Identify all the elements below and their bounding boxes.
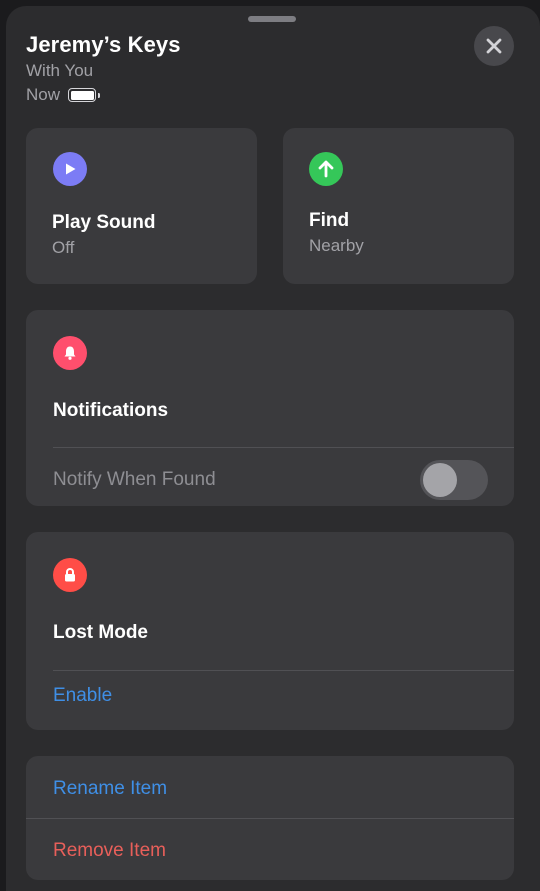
find-title: Find: [309, 210, 350, 231]
rename-item-button[interactable]: Rename Item: [53, 778, 167, 800]
find-card[interactable]: Find Nearby: [283, 128, 514, 284]
bell-icon: [53, 336, 87, 370]
lost-mode-enable-link[interactable]: Enable: [53, 685, 112, 707]
lost-mode-card: Lost Mode Enable: [26, 532, 514, 730]
notify-when-found-label: Notify When Found: [53, 469, 216, 490]
item-actions-card: Rename Item Remove Item: [26, 756, 514, 880]
sheet-grabber[interactable]: [248, 16, 296, 22]
close-button[interactable]: [474, 26, 514, 66]
notifications-divider: [53, 447, 514, 448]
find-status: Nearby: [309, 236, 364, 255]
play-sound-card[interactable]: Play Sound Off: [26, 128, 257, 284]
lost-mode-title: Lost Mode: [53, 622, 148, 643]
remove-item-button[interactable]: Remove Item: [53, 840, 166, 862]
battery-icon: [68, 88, 101, 102]
item-title: Jeremy’s Keys: [26, 32, 181, 57]
notifications-card: Notifications Notify When Found: [26, 310, 514, 506]
close-icon: [486, 38, 502, 54]
play-sound-title: Play Sound: [52, 212, 156, 233]
arrow-up-icon: [309, 152, 343, 186]
play-sound-status: Off: [52, 238, 75, 257]
notify-when-found-toggle[interactable]: [420, 460, 488, 500]
last-seen-time: Now: [26, 85, 61, 104]
play-icon: [53, 152, 87, 186]
lock-icon: [53, 558, 87, 592]
item-actions-divider: [26, 818, 514, 819]
item-detail-sheet: Jeremy’s Keys With You Now Play Sound Of…: [6, 6, 540, 891]
toggle-knob: [423, 463, 457, 497]
lost-mode-divider: [53, 670, 514, 671]
notifications-title: Notifications: [53, 400, 169, 421]
item-location-status: With You: [26, 61, 94, 80]
last-seen-row: Now: [26, 84, 101, 106]
